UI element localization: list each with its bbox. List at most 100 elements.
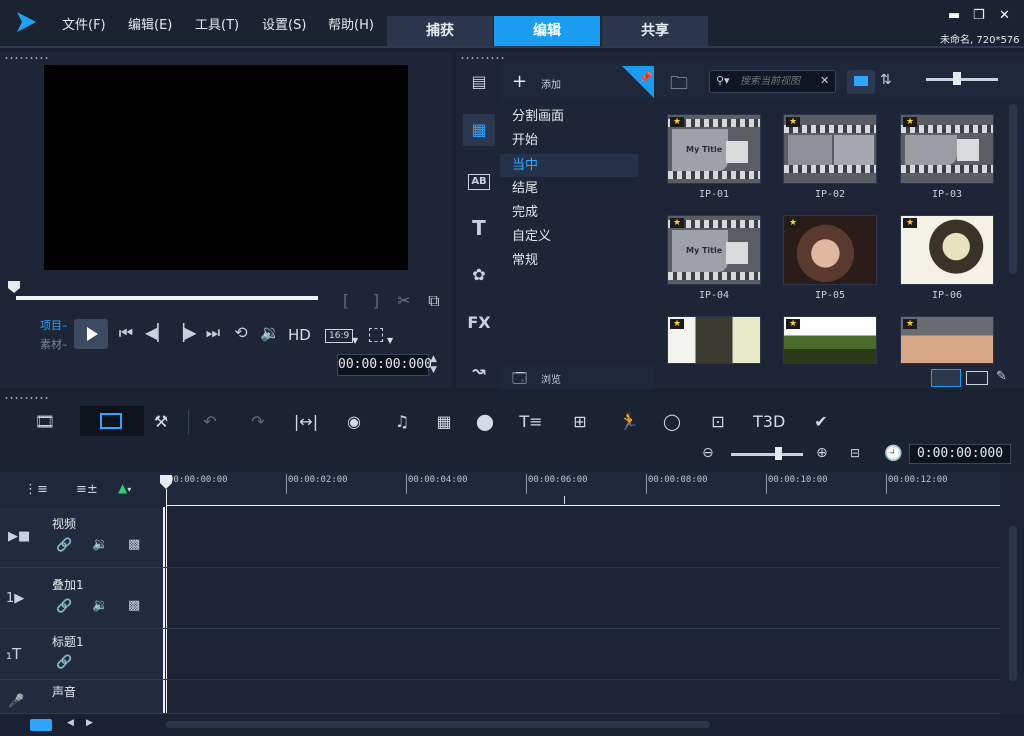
- 3d-title-icon[interactable]: T3D: [753, 408, 785, 436]
- menu-tools[interactable]: 工具(T): [195, 14, 239, 33]
- play-button[interactable]: [74, 319, 108, 349]
- slider-handle[interactable]: [953, 72, 961, 85]
- undo-icon[interactable]: ↶: [195, 408, 225, 436]
- scroll-right-icon[interactable]: ▶: [86, 718, 93, 728]
- track-volume-icon[interactable]: 🔉: [92, 598, 108, 613]
- thumbnail[interactable]: ★: [667, 316, 761, 364]
- skip-start-icon[interactable]: ⏮: [115, 323, 137, 343]
- enlarge-preview-icon[interactable]: ⧉: [424, 291, 444, 311]
- thumbnail[interactable]: ★: [783, 316, 877, 364]
- transition-icon[interactable]: AB: [463, 163, 495, 195]
- fit-timeline-icon[interactable]: |↔|: [291, 408, 321, 436]
- timecode-stepper[interactable]: ▲ ▼: [430, 354, 437, 376]
- zoom-in-icon[interactable]: ⊕: [816, 445, 828, 461]
- storyboard-view-icon[interactable]: 🎞: [30, 408, 60, 436]
- track-video[interactable]: ▶■ 视频 🔗 🔉 ▩: [0, 507, 1000, 568]
- volume-icon[interactable]: 🔉: [259, 323, 281, 342]
- category-item[interactable]: 分割画面: [500, 105, 638, 128]
- subtitle-editor-icon[interactable]: T≡: [516, 408, 546, 436]
- track-manager-icon[interactable]: ⋮≡: [24, 482, 48, 497]
- mask-creator-icon[interactable]: ◯: [657, 408, 687, 436]
- mode-project[interactable]: 项目–: [40, 317, 68, 333]
- smart-package-icon[interactable]: ✔: [806, 408, 836, 436]
- playhead-handle[interactable]: [160, 475, 172, 489]
- tools-icon[interactable]: ⚒: [146, 408, 176, 436]
- tab-edit[interactable]: 编辑: [494, 16, 600, 46]
- browse-label[interactable]: 浏览: [541, 371, 561, 386]
- multi-camera-icon[interactable]: ⊞: [565, 408, 595, 436]
- timeline-grip[interactable]: [4, 396, 50, 400]
- hd-toggle[interactable]: HD: [288, 326, 311, 344]
- mode-clip[interactable]: 素材–: [40, 336, 68, 352]
- timeline-horizontal-scrollbar[interactable]: [166, 721, 710, 728]
- thumbnail[interactable]: ★: [900, 215, 994, 285]
- menu-settings[interactable]: 设置(S): [262, 14, 306, 33]
- player-timecode[interactable]: 00:00:00:000: [337, 354, 432, 376]
- track-voice[interactable]: 🎤 声音: [0, 680, 1000, 714]
- timeline-vertical-scrollbar[interactable]: [1009, 526, 1017, 681]
- pin-icon[interactable]: 📌: [622, 66, 654, 98]
- path-icon[interactable]: ↝: [463, 355, 495, 387]
- pan-zoom-icon[interactable]: ⊡: [703, 408, 733, 436]
- clear-search-icon[interactable]: ✕: [820, 74, 829, 87]
- category-item[interactable]: 开始: [500, 129, 638, 152]
- mark-in-icon[interactable]: [: [338, 291, 354, 310]
- track-title[interactable]: ₁T 标题1 🔗: [0, 629, 1000, 680]
- skip-end-icon[interactable]: ⏭: [202, 323, 224, 343]
- add-label[interactable]: 添加: [541, 76, 561, 91]
- timeline-view-button[interactable]: [80, 406, 144, 436]
- prev-frame-icon[interactable]: ◀▏: [145, 323, 170, 342]
- title-icon[interactable]: T: [463, 212, 495, 244]
- tab-share[interactable]: 共享: [602, 16, 708, 46]
- link-icon[interactable]: 🔗: [56, 538, 72, 553]
- thumbnail-size-slider[interactable]: [926, 78, 998, 81]
- zoom-slider-handle[interactable]: [775, 447, 782, 460]
- motion-tracking-icon[interactable]: ⬤: [470, 408, 500, 436]
- thumbnail[interactable]: ★: [783, 215, 877, 285]
- timeline-timecode[interactable]: 0:00:00:000: [909, 444, 1011, 464]
- menu-edit[interactable]: 编辑(E): [128, 14, 172, 33]
- ripple-icon[interactable]: ▩: [128, 537, 140, 552]
- category-item-selected[interactable]: 当中: [500, 154, 638, 177]
- zoom-slider[interactable]: [731, 453, 803, 456]
- repeat-icon[interactable]: ⟲: [230, 323, 252, 342]
- search-input[interactable]: [740, 74, 818, 89]
- category-item[interactable]: 结尾: [500, 177, 638, 200]
- zoom-out-icon[interactable]: ⊖: [702, 445, 714, 461]
- crop-icon[interactable]: [369, 328, 383, 342]
- search-box[interactable]: ⚲▾ ✕: [709, 70, 836, 93]
- redo-icon[interactable]: ↷: [243, 408, 273, 436]
- thumbnail[interactable]: My Title ★: [667, 114, 761, 184]
- scrubber-bar[interactable]: [16, 296, 318, 300]
- view-mode-options-icon[interactable]: [966, 371, 988, 385]
- list-view-button[interactable]: [847, 70, 875, 94]
- library-scrollbar[interactable]: [1009, 104, 1017, 274]
- import-folder-icon[interactable]: 🗀: [670, 71, 688, 101]
- category-item[interactable]: 完成: [500, 201, 638, 224]
- enable-track-icon[interactable]: [30, 719, 52, 731]
- aspect-ratio-button[interactable]: 16:9: [325, 329, 354, 343]
- ripple-icon[interactable]: ▩: [128, 598, 140, 613]
- time-remapping-icon[interactable]: 🏃: [614, 408, 644, 436]
- aspect-dropdown-icon[interactable]: ▼: [352, 336, 358, 345]
- fit-project-icon[interactable]: ⊟: [850, 446, 860, 460]
- sound-mixer-icon[interactable]: ♫: [387, 408, 417, 436]
- view-mode-thumbs-icon[interactable]: [931, 369, 961, 387]
- instant-project-icon[interactable]: ▦: [463, 114, 495, 146]
- thumbnail[interactable]: ★: [783, 114, 877, 184]
- track-overlay[interactable]: 1▶ 叠加1 🔗 🔉 ▩: [0, 568, 1000, 629]
- link-icon[interactable]: 🔗: [56, 599, 72, 614]
- auto-music-icon[interactable]: ▦: [429, 408, 459, 436]
- next-frame-icon[interactable]: ▕▶: [172, 323, 197, 342]
- thumbnail[interactable]: ★: [900, 114, 994, 184]
- scroll-left-icon[interactable]: ◀: [67, 718, 74, 728]
- add-icon[interactable]: +: [512, 71, 527, 92]
- thumbnail[interactable]: ★: [900, 316, 994, 364]
- browse-icon[interactable]: 🗔: [512, 368, 527, 392]
- menu-help[interactable]: 帮助(H): [328, 14, 374, 33]
- add-chapter-icon[interactable]: ≡±: [76, 482, 98, 497]
- close-icon[interactable]: ✕: [999, 8, 1010, 23]
- category-item[interactable]: 常规: [500, 249, 638, 272]
- track-volume-icon[interactable]: 🔉: [92, 537, 108, 552]
- graphic-icon[interactable]: ✿: [463, 259, 495, 291]
